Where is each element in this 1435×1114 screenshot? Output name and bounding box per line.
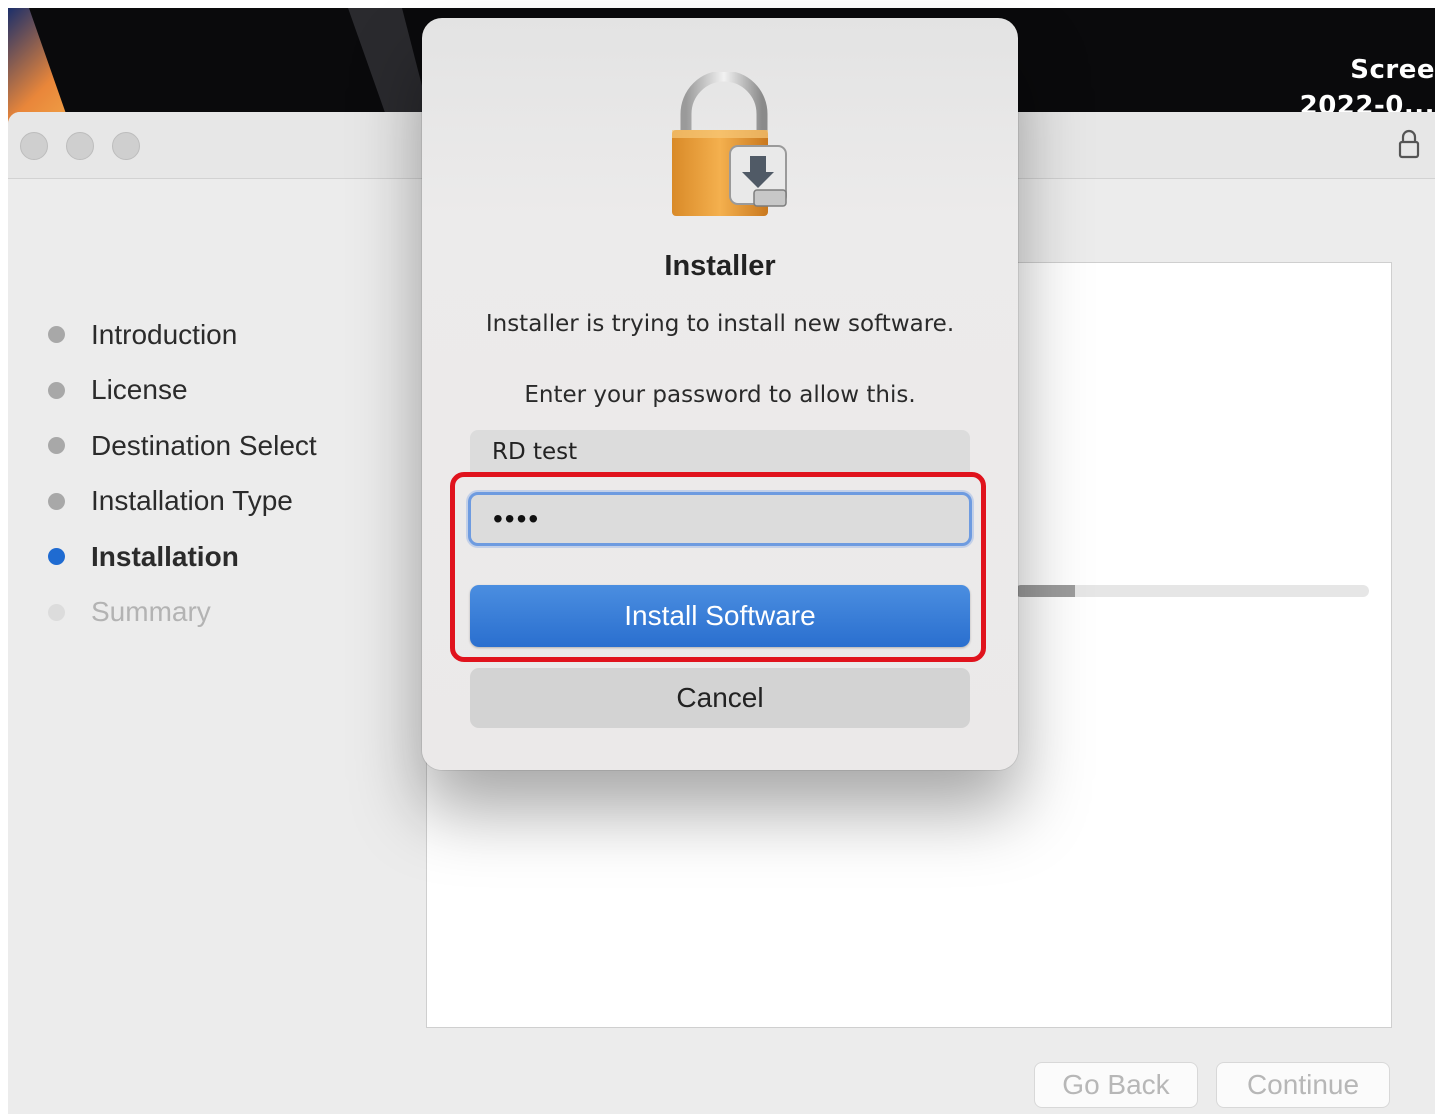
step-introduction: Introduction [48, 307, 317, 363]
zoom-button[interactable] [112, 132, 140, 160]
step-dot [48, 326, 65, 344]
installer-lock-icon [672, 72, 787, 216]
desktop-file-label-line1: Scree [1350, 55, 1435, 85]
step-summary: Summary [48, 585, 317, 641]
installation-progress-fill [1015, 585, 1076, 597]
step-dot [48, 492, 65, 510]
dialog-message: Installer is trying to install new softw… [485, 311, 955, 337]
step-dot [48, 381, 65, 399]
lock-icon [1398, 129, 1420, 159]
go-back-button[interactable]: Go Back [1034, 1062, 1198, 1108]
username-field[interactable]: RD test [470, 430, 970, 474]
step-destination-select: Destination Select [48, 418, 317, 474]
minimize-button[interactable] [66, 132, 94, 160]
installer-steps: Introduction License Destination Select … [48, 307, 317, 640]
dialog-title: Installer [664, 250, 776, 282]
step-dot-active [48, 548, 65, 566]
step-installation-type: Installation Type [48, 474, 317, 530]
step-label: Summary [91, 596, 211, 628]
step-label: Installation [91, 540, 239, 572]
step-label: Destination Select [91, 429, 317, 461]
installation-progress-bar [1015, 585, 1369, 597]
step-label: License [91, 374, 188, 406]
dialog-prompt: Enter your password to allow this. [524, 382, 916, 408]
step-label: Installation Type [91, 485, 293, 517]
step-label: Introduction [91, 318, 238, 350]
close-button[interactable] [20, 132, 48, 160]
step-installation: Installation [48, 529, 317, 585]
highlight-annotation [450, 472, 986, 662]
cancel-button[interactable]: Cancel [470, 668, 970, 728]
step-license: License [48, 363, 317, 419]
step-dot [48, 437, 65, 455]
continue-button[interactable]: Continue [1216, 1062, 1390, 1108]
step-dot [48, 603, 65, 621]
